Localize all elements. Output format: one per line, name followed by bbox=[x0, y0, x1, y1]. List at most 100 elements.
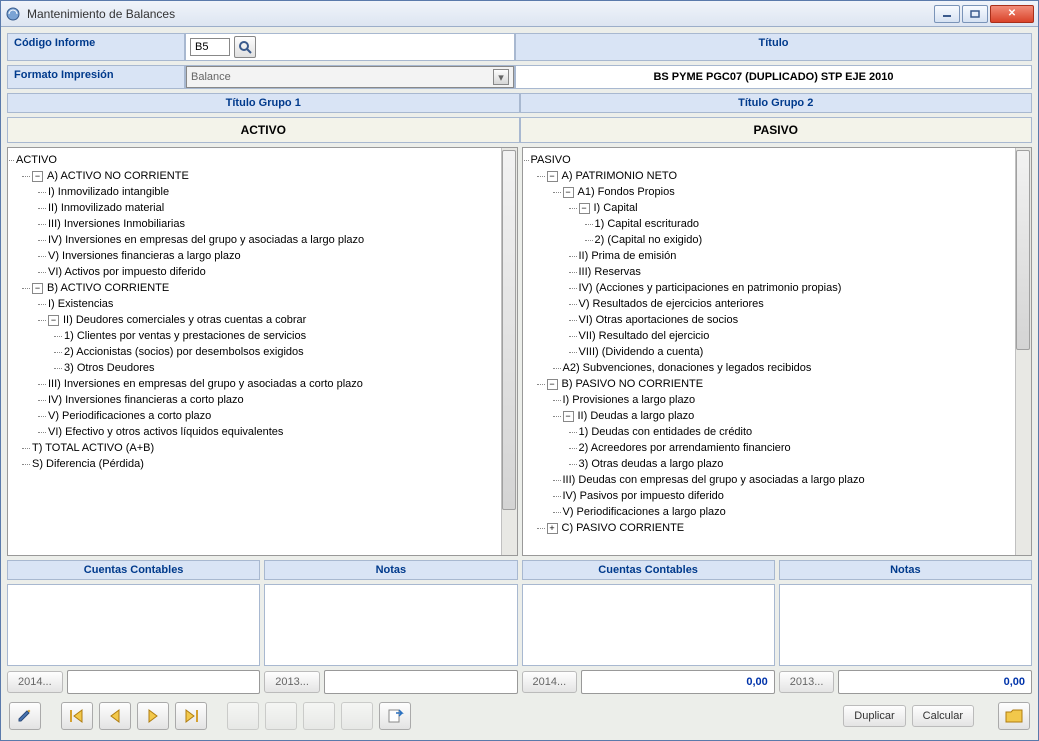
search-button[interactable] bbox=[234, 36, 256, 58]
toggle-icon[interactable] bbox=[563, 187, 574, 198]
toggle-icon[interactable] bbox=[547, 379, 558, 390]
notas2-header: Notas bbox=[779, 560, 1032, 580]
tree-node[interactable]: V) Resultados de ejercicios anteriores bbox=[579, 296, 1014, 312]
toggle-icon[interactable] bbox=[579, 203, 590, 214]
year-row: 2014... 2013... 2014... 0,00 2013... 0,0… bbox=[7, 670, 1032, 694]
value-2013-left[interactable] bbox=[324, 670, 518, 694]
tree-node[interactable]: PASIVO A) PATRIMONIO NETO A1) Fondos Pro… bbox=[531, 152, 1014, 536]
tree-node[interactable]: S) Diferencia (Pérdida) bbox=[32, 456, 499, 472]
formato-cell: Balance ▾ bbox=[185, 65, 515, 89]
formato-combo[interactable]: Balance ▾ bbox=[186, 66, 514, 88]
grupo1-name[interactable]: ACTIVO bbox=[7, 117, 520, 143]
cuentas2-box[interactable] bbox=[522, 584, 775, 666]
maximize-button[interactable] bbox=[962, 5, 988, 23]
tree-node[interactable]: V) Periodificaciones a largo plazo bbox=[563, 504, 1014, 520]
tree-activo[interactable]: ACTIVO A) ACTIVO NO CORRIENTE I) Inmovil… bbox=[7, 147, 518, 556]
tree-node[interactable]: 2) Accionistas (socios) por desembolsos … bbox=[64, 344, 499, 360]
tree-node[interactable]: II) Inmovilizado material bbox=[48, 200, 499, 216]
tree-node[interactable]: 1) Clientes por ventas y prestaciones de… bbox=[64, 328, 499, 344]
tree-node[interactable]: 1) Deudas con entidades de crédito bbox=[579, 424, 1014, 440]
tree-node[interactable]: 2) (Capital no exigido) bbox=[595, 232, 1014, 248]
tree-node[interactable]: VII) Resultado del ejercicio bbox=[579, 328, 1014, 344]
tree-node[interactable]: I) Provisiones a largo plazo bbox=[563, 392, 1014, 408]
tree-node[interactable]: III) Deudas con empresas del grupo y aso… bbox=[563, 472, 1014, 488]
tree-node[interactable]: A) ACTIVO NO CORRIENTE I) Inmovilizado i… bbox=[32, 168, 499, 280]
export-button[interactable] bbox=[379, 702, 411, 730]
scrollbar-activo[interactable] bbox=[501, 148, 517, 555]
window: Mantenimiento de Balances ✕ Código Infor… bbox=[0, 0, 1039, 741]
tree-node[interactable]: B) PASIVO NO CORRIENTE I) Provisiones a … bbox=[547, 376, 1014, 520]
close-button[interactable]: ✕ bbox=[990, 5, 1034, 23]
tree-node[interactable]: A2) Subvenciones, donaciones y legados r… bbox=[563, 360, 1014, 376]
tree-node[interactable]: 3) Otros Deudores bbox=[64, 360, 499, 376]
tree-node[interactable]: IV) Inversiones financieras a corto plaz… bbox=[48, 392, 499, 408]
tree-node[interactable]: V) Periodificaciones a corto plazo bbox=[48, 408, 499, 424]
tree-node[interactable]: VIII) (Dividendo a cuenta) bbox=[579, 344, 1014, 360]
value-2014-right[interactable]: 0,00 bbox=[581, 670, 775, 694]
toggle-icon[interactable] bbox=[547, 523, 558, 534]
value-2014-left[interactable] bbox=[67, 670, 261, 694]
tree-node[interactable]: I) Inmovilizado intangible bbox=[48, 184, 499, 200]
action-3-button bbox=[303, 702, 335, 730]
calcular-button[interactable]: Calcular bbox=[912, 705, 974, 727]
tree-node[interactable]: V) Inversiones financieras a largo plazo bbox=[48, 248, 499, 264]
tree-node[interactable]: VI) Otras aportaciones de socios bbox=[579, 312, 1014, 328]
codigo-input[interactable] bbox=[190, 38, 230, 56]
nav-next-button[interactable] bbox=[137, 702, 169, 730]
tree-node[interactable]: III) Inversiones en empresas del grupo y… bbox=[48, 376, 499, 392]
year-2014-right-button[interactable]: 2014... bbox=[522, 671, 578, 693]
notas2-box[interactable] bbox=[779, 584, 1032, 666]
tree-pasivo[interactable]: PASIVO A) PATRIMONIO NETO A1) Fondos Pro… bbox=[522, 147, 1033, 556]
tree-node[interactable]: A1) Fondos Propios I) Capital 1) Capital… bbox=[563, 184, 1014, 360]
cuentas1-header: Cuentas Contables bbox=[7, 560, 260, 580]
tree-node[interactable]: III) Reservas bbox=[579, 264, 1014, 280]
toggle-icon[interactable] bbox=[547, 171, 558, 182]
cuentas2-header: Cuentas Contables bbox=[522, 560, 775, 580]
tree-node[interactable]: 3) Otras deudas a largo plazo bbox=[579, 456, 1014, 472]
nav-last-button[interactable] bbox=[175, 702, 207, 730]
tree-node[interactable]: III) Inversiones Inmobiliarias bbox=[48, 216, 499, 232]
tree-node[interactable]: 1) Capital escriturado bbox=[595, 216, 1014, 232]
tree-node[interactable]: I) Existencias bbox=[48, 296, 499, 312]
value-2013-right[interactable]: 0,00 bbox=[838, 670, 1032, 694]
minimize-button[interactable] bbox=[934, 5, 960, 23]
group-headers: Título Grupo 1 Título Grupo 2 bbox=[7, 93, 1032, 113]
folder-button[interactable] bbox=[998, 702, 1030, 730]
toggle-icon[interactable] bbox=[48, 315, 59, 326]
year-2013-right-button[interactable]: 2013... bbox=[779, 671, 835, 693]
tree-node[interactable]: I) Capital 1) Capital escriturado 2) (Ca… bbox=[579, 200, 1014, 248]
titulo-input[interactable]: BS PYME PGC07 (DUPLICADO) STP EJE 2010 bbox=[515, 65, 1032, 89]
form-row-2: Formato Impresión Balance ▾ BS PYME PGC0… bbox=[7, 65, 1032, 89]
edit-button[interactable] bbox=[9, 702, 41, 730]
toggle-icon[interactable] bbox=[32, 171, 43, 182]
scrollbar-pasivo[interactable] bbox=[1015, 148, 1031, 555]
duplicar-button[interactable]: Duplicar bbox=[843, 705, 905, 727]
tree-node[interactable]: II) Deudas a largo plazo 1) Deudas con e… bbox=[563, 408, 1014, 472]
tree-node[interactable]: A) PATRIMONIO NETO A1) Fondos Propios I)… bbox=[547, 168, 1014, 376]
tree-node[interactable]: IV) Inversiones en empresas del grupo y … bbox=[48, 232, 499, 248]
action-1-button bbox=[227, 702, 259, 730]
tree-node[interactable]: II) Deudores comerciales y otras cuentas… bbox=[48, 312, 499, 376]
tree-node[interactable]: IV) (Acciones y participaciones en patri… bbox=[579, 280, 1014, 296]
cuentas1-box[interactable] bbox=[7, 584, 260, 666]
year-2013-left-button[interactable]: 2013... bbox=[264, 671, 320, 693]
tree-node[interactable]: VI) Efectivo y otros activos líquidos eq… bbox=[48, 424, 499, 440]
grupo2-name[interactable]: PASIVO bbox=[520, 117, 1033, 143]
tree-node[interactable]: ACTIVO A) ACTIVO NO CORRIENTE I) Inmovil… bbox=[16, 152, 499, 472]
tree-node[interactable]: II) Prima de emisión bbox=[579, 248, 1014, 264]
export-icon bbox=[386, 707, 404, 725]
nav-first-button[interactable] bbox=[61, 702, 93, 730]
formato-value: Balance bbox=[191, 71, 231, 83]
tree-node[interactable]: B) ACTIVO CORRIENTE I) Existencias II) D… bbox=[32, 280, 499, 440]
tree-node[interactable]: C) PASIVO CORRIENTE bbox=[547, 520, 1014, 536]
toggle-icon[interactable] bbox=[563, 411, 574, 422]
year-2014-left-button[interactable]: 2014... bbox=[7, 671, 63, 693]
tree-node[interactable]: 2) Acreedores por arrendamiento financie… bbox=[579, 440, 1014, 456]
tree-node[interactable]: IV) Pasivos por impuesto diferido bbox=[563, 488, 1014, 504]
toggle-icon[interactable] bbox=[32, 283, 43, 294]
tree-node[interactable]: T) TOTAL ACTIVO (A+B) bbox=[32, 440, 499, 456]
app-icon bbox=[5, 6, 21, 22]
tree-node[interactable]: VI) Activos por impuesto diferido bbox=[48, 264, 499, 280]
nav-prev-button[interactable] bbox=[99, 702, 131, 730]
notas1-box[interactable] bbox=[264, 584, 517, 666]
